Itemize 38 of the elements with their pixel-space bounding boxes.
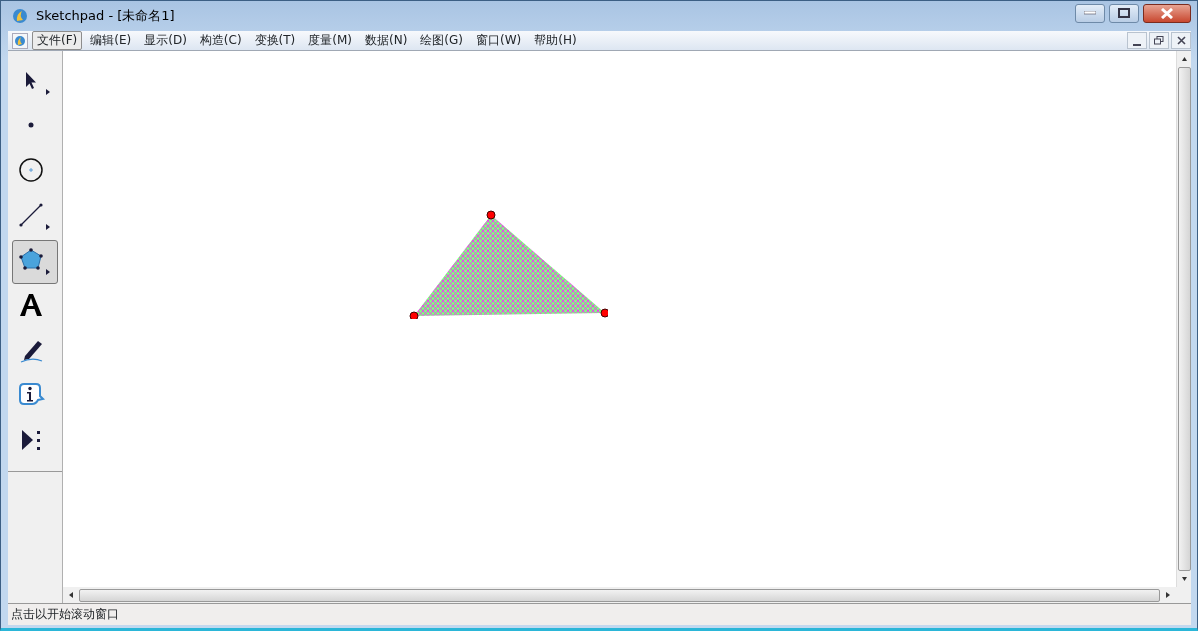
play-icon <box>22 430 40 450</box>
triangle-drawing[interactable] <box>408 209 608 319</box>
info-icon <box>19 383 44 405</box>
close-icon <box>1160 7 1174 19</box>
window-title: Sketchpad - [未命名1] <box>36 7 175 26</box>
line-icon <box>19 203 43 227</box>
menu-item[interactable]: 帮助(H) <box>529 31 582 50</box>
maximize-icon <box>1118 8 1130 18</box>
close-button[interactable] <box>1143 3 1191 23</box>
letter-icon <box>20 294 42 316</box>
polygon-icon <box>19 248 43 270</box>
arrow-icon <box>26 72 36 89</box>
app-icon <box>12 8 28 24</box>
close-button[interactable] <box>1171 32 1191 49</box>
menu-item[interactable]: 文件(F) <box>32 31 83 50</box>
marker-icon <box>20 341 43 363</box>
point-icon <box>28 122 34 128</box>
menu-item[interactable]: 窗口(W) <box>471 31 527 50</box>
menu-item[interactable]: 度量(M) <box>303 31 357 50</box>
close-icon <box>1176 36 1186 45</box>
minimize-icon <box>1133 43 1141 46</box>
menu-item[interactable]: 构造(C) <box>194 31 247 50</box>
minimize-icon <box>1084 11 1096 15</box>
menu-item[interactable]: 编辑(E) <box>85 31 137 50</box>
vertical-scrollbar[interactable] <box>1176 51 1191 587</box>
menu-item[interactable]: 绘图(G) <box>415 31 468 50</box>
tool-button[interactable] <box>12 240 58 284</box>
menu-item[interactable]: 显示(D) <box>139 31 192 50</box>
minimize-button[interactable] <box>1127 32 1147 49</box>
document-icon[interactable] <box>12 32 28 49</box>
menu-item[interactable]: 数据(N) <box>360 31 413 50</box>
restore-icon <box>1154 36 1164 45</box>
menu-item[interactable]: 变换(T) <box>249 31 301 50</box>
restore-button[interactable] <box>1149 32 1169 49</box>
circle-icon <box>19 158 43 182</box>
maximize-button[interactable] <box>1109 3 1139 23</box>
status-text: 点击以开始滚动窗口 <box>8 603 1191 625</box>
horizontal-scrollbar[interactable] <box>63 587 1191 603</box>
